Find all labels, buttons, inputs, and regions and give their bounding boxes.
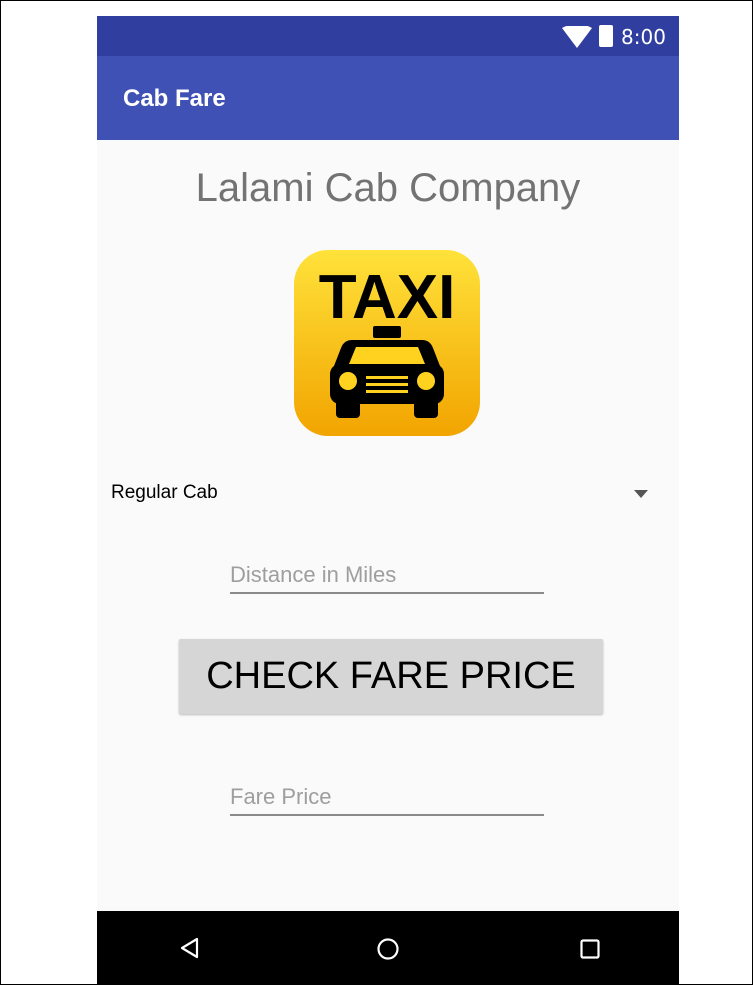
battery-icon xyxy=(599,25,613,47)
recent-apps-icon[interactable] xyxy=(580,939,600,959)
app-bar: Cab Fare xyxy=(97,56,679,140)
taxi-logo-icon: TAXI xyxy=(294,250,480,436)
phone-screen: 8:00 Cab Fare Lalami Cab Company TAXI Re… xyxy=(97,16,679,985)
fare-price-input[interactable] xyxy=(230,780,544,814)
home-icon[interactable] xyxy=(376,937,400,961)
navigation-bar xyxy=(97,911,679,985)
check-fare-price-button[interactable]: CHECK FARE PRICE xyxy=(179,639,603,714)
app-title: Cab Fare xyxy=(123,85,226,112)
fare-field xyxy=(230,780,544,816)
dropdown-arrow-icon xyxy=(634,490,648,498)
status-time: 8:00 xyxy=(621,25,666,49)
back-icon[interactable] xyxy=(177,936,201,960)
taxi-logo-text: TAXI xyxy=(319,263,456,332)
distance-field xyxy=(230,558,544,594)
wifi-icon xyxy=(562,26,592,48)
distance-underline xyxy=(230,592,544,594)
cab-type-selected: Regular Cab xyxy=(111,482,218,503)
fare-underline xyxy=(230,814,544,816)
cab-type-dropdown[interactable]: Regular Cab xyxy=(97,474,679,514)
distance-input[interactable] xyxy=(230,558,544,592)
company-heading: Lalami Cab Company xyxy=(195,166,581,210)
status-bar: 8:00 xyxy=(97,16,679,56)
